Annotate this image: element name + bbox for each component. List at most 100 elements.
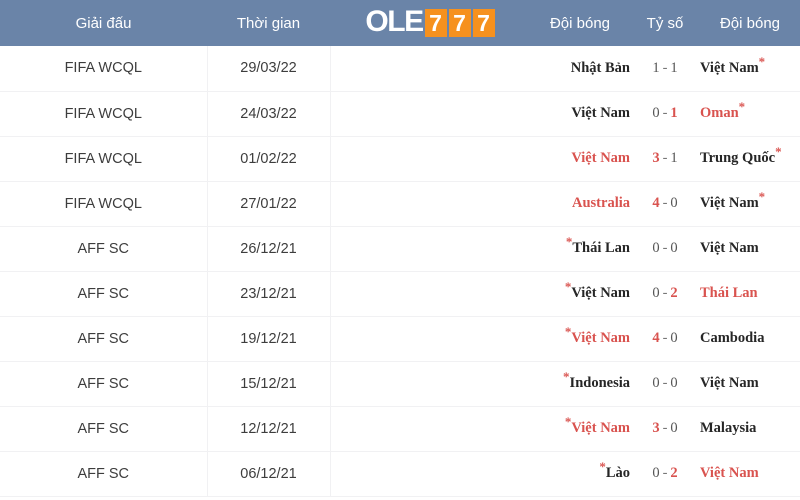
cell-score: 0-2	[630, 271, 700, 316]
away-team-name: Trung Quốc	[700, 150, 776, 166]
cell-date: 26/12/21	[207, 226, 331, 271]
cell-league: FIFA WCQL	[0, 46, 208, 91]
cell-date: 19/12/21	[207, 316, 331, 361]
cell-score: 0-0	[630, 226, 700, 271]
cell-away-team[interactable]: Oman*	[700, 91, 800, 136]
score-home-goals: 1	[652, 59, 660, 76]
cell-date: 29/03/22	[207, 46, 331, 91]
column-header-home-team[interactable]: Đội bóng	[530, 0, 630, 46]
score-away-goals: 0	[670, 240, 678, 256]
cell-away-team[interactable]: Trung Quốc*	[700, 136, 800, 181]
score-away-goals: 2	[670, 465, 678, 481]
away-team-name: Việt Nam	[700, 465, 759, 481]
home-team-name: Việt Nam	[571, 150, 630, 166]
table-row[interactable]: AFF SC 12/12/21 *Việt Nam 3-0 Malaysia	[0, 406, 800, 451]
cell-league: AFF SC	[0, 361, 208, 406]
home-team-name: Australia	[572, 195, 630, 211]
score-away-goals: 0	[670, 195, 678, 211]
score-home-goals: 0	[652, 285, 660, 301]
cell-home-team[interactable]: Australia	[530, 181, 630, 226]
table-row[interactable]: AFF SC 19/12/21 *Việt Nam 4-0 Cambodia	[0, 316, 800, 361]
cell-home-team[interactable]: *Việt Nam	[530, 271, 630, 316]
score-separator: -	[662, 150, 668, 166]
header-row: Giải đấu Thời gian OLE 7 7 7 Đội bóng Tỷ…	[0, 0, 800, 46]
cell-away-team[interactable]: Thái Lan	[700, 271, 800, 316]
cell-spacer	[330, 91, 530, 136]
score-separator: -	[662, 375, 668, 391]
site-logo[interactable]: OLE 7 7 7	[330, 0, 530, 46]
home-team-name: Việt Nam	[571, 105, 630, 121]
away-team-name: Oman	[700, 105, 739, 121]
table-row[interactable]: AFF SC 06/12/21 *Lào 0-2 Việt Nam	[0, 451, 800, 496]
cell-away-team[interactable]: Malaysia	[700, 406, 800, 451]
cell-spacer	[330, 136, 530, 181]
cell-away-team[interactable]: Việt Nam	[700, 361, 800, 406]
cell-home-team[interactable]: *Việt Nam	[530, 316, 630, 361]
table-row[interactable]: FIFA WCQL 27/01/22 Australia 4-0 Việt Nam*	[0, 181, 800, 226]
column-header-time[interactable]: Thời gian	[207, 0, 330, 46]
score-away-goals: 1	[670, 59, 678, 76]
cell-score: 3-1	[630, 136, 700, 181]
cell-away-team[interactable]: Việt Nam	[700, 451, 800, 496]
logo-text-ole: OLE	[365, 5, 424, 38]
table-row[interactable]: FIFA WCQL 29/03/22 Nhật Bản 1-1 Việt Nam*	[0, 46, 800, 91]
table-row[interactable]: FIFA WCQL 01/02/22 Việt Nam 3-1 Trung Quốc*	[0, 136, 800, 181]
cell-score: 4-0	[630, 316, 700, 361]
cell-spacer	[330, 226, 530, 271]
home-team-name: Việt Nam	[571, 330, 630, 346]
cell-league: AFF SC	[0, 226, 208, 271]
cell-home-team[interactable]: *Lào	[530, 451, 630, 496]
away-team-name: Cambodia	[700, 330, 765, 346]
score-away-goals: 0	[670, 420, 678, 436]
table-row[interactable]: FIFA WCQL 24/03/22 Việt Nam 0-1 Oman*	[0, 91, 800, 136]
table-row[interactable]: AFF SC 15/12/21 *Indonesia 0-0 Việt Nam	[0, 361, 800, 406]
table-row[interactable]: AFF SC 26/12/21 *Thái Lan 0-0 Việt Nam	[0, 226, 800, 271]
cell-score: 3-0	[630, 406, 700, 451]
cell-home-team[interactable]: *Indonesia	[530, 361, 630, 406]
cell-date: 23/12/21	[207, 271, 331, 316]
cell-away-team[interactable]: Việt Nam*	[700, 46, 800, 91]
logo-digits: 7 7 7	[424, 9, 495, 37]
cell-home-team[interactable]: *Thái Lan	[530, 226, 630, 271]
home-team-name: Indonesia	[569, 375, 630, 391]
cell-league: AFF SC	[0, 271, 208, 316]
score-separator: -	[662, 420, 668, 436]
score-away-goals: 2	[670, 285, 678, 301]
cell-spacer	[330, 181, 530, 226]
away-team-name: Việt Nam	[700, 375, 759, 391]
cell-spacer	[330, 46, 530, 91]
cell-league: FIFA WCQL	[0, 91, 208, 136]
cell-away-team[interactable]: Cambodia	[700, 316, 800, 361]
cell-home-team[interactable]: Việt Nam	[530, 136, 630, 181]
cell-away-team[interactable]: Việt Nam	[700, 226, 800, 271]
score-separator: -	[662, 465, 668, 481]
away-team-name: Malaysia	[700, 420, 757, 436]
cell-league: AFF SC	[0, 406, 208, 451]
score-separator: -	[662, 105, 668, 121]
column-header-away-team[interactable]: Đội bóng	[700, 0, 800, 46]
away-team-name: Việt Nam	[700, 240, 759, 256]
cell-score: 0-2	[630, 451, 700, 496]
cell-league: AFF SC	[0, 316, 208, 361]
cell-date: 06/12/21	[207, 451, 331, 496]
cell-away-team[interactable]: Việt Nam*	[700, 181, 800, 226]
column-header-league[interactable]: Giải đấu	[0, 0, 207, 46]
cell-home-team[interactable]: *Việt Nam	[530, 406, 630, 451]
cell-date: 01/02/22	[207, 136, 331, 181]
cell-league: AFF SC	[0, 451, 208, 496]
score-separator: -	[662, 330, 668, 346]
table-row[interactable]: AFF SC 23/12/21 *Việt Nam 0-2 Thái Lan	[0, 271, 800, 316]
cell-home-team[interactable]: Nhật Bản	[530, 46, 630, 91]
cell-league: FIFA WCQL	[0, 136, 208, 181]
cell-spacer	[330, 316, 530, 361]
cell-spacer	[330, 361, 530, 406]
away-team-name: Thái Lan	[700, 285, 758, 301]
column-header-score[interactable]: Tỷ số	[630, 0, 700, 46]
score-home-goals: 4	[652, 195, 660, 211]
logo-digit-1: 7	[424, 9, 447, 37]
cell-spacer	[330, 406, 530, 451]
cell-score: 0-0	[630, 361, 700, 406]
logo-digit-2: 7	[448, 9, 471, 37]
cell-home-team[interactable]: Việt Nam	[530, 91, 630, 136]
score-away-goals: 1	[670, 150, 678, 166]
